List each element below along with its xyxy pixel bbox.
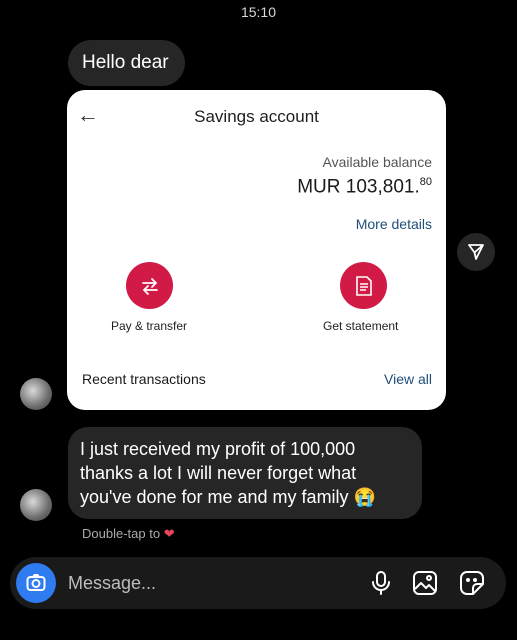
balance-cents: 80: [419, 176, 432, 188]
more-details-link: More details: [355, 216, 432, 232]
statement-document-icon: [340, 262, 387, 309]
sender-avatar[interactable]: [20, 489, 52, 521]
sticker-icon[interactable]: [458, 569, 486, 597]
pay-transfer-label: Pay & transfer: [111, 319, 188, 333]
balance-main: MUR 103,801.: [297, 176, 420, 198]
screen-title: Savings account: [194, 107, 319, 126]
pay-transfer-icon: [126, 262, 173, 309]
recent-transactions-label: Recent transactions: [82, 371, 206, 387]
message-composer[interactable]: Message...: [10, 557, 506, 609]
shared-screenshot-card[interactable]: ← Savings account Available balance MUR …: [67, 90, 446, 410]
balance-amount: MUR 103,801.80: [297, 176, 432, 198]
share-send-icon[interactable]: [457, 233, 495, 271]
status-time: 15:10: [240, 4, 277, 20]
camera-icon[interactable]: [16, 563, 56, 603]
view-all-link: View all: [384, 371, 432, 387]
sender-avatar[interactable]: [20, 378, 52, 410]
heart-icon: ❤: [163, 526, 175, 541]
get-statement-label: Get statement: [323, 319, 399, 333]
gallery-icon[interactable]: [411, 569, 439, 597]
double-tap-hint: Double-tap to ❤: [82, 526, 175, 542]
available-balance-label: Available balance: [322, 154, 433, 170]
double-tap-text: Double-tap to: [82, 526, 161, 541]
microphone-icon[interactable]: [367, 569, 395, 597]
message-bubble-received[interactable]: Hello dear: [68, 40, 185, 86]
message-input[interactable]: Message...: [68, 573, 156, 594]
message-bubble-received[interactable]: I just received my profit of 100,000 tha…: [68, 427, 422, 519]
